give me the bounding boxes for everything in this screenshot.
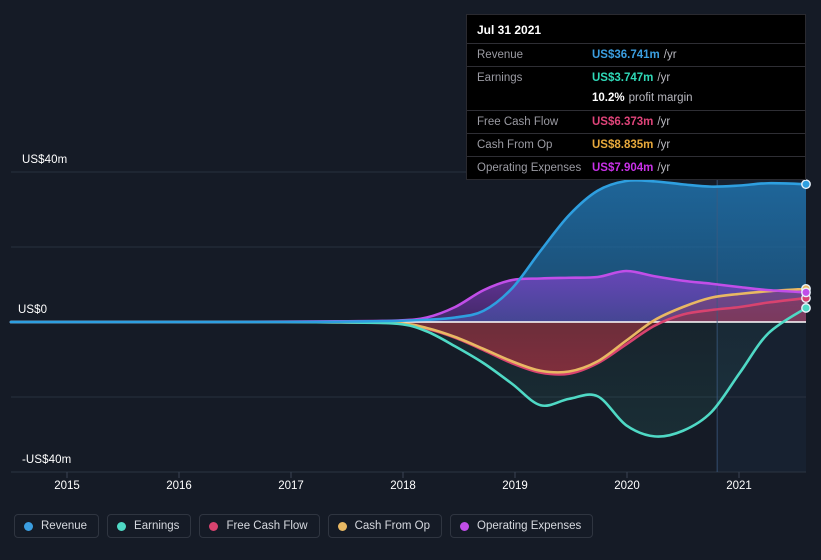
x-axis-tick-2015: 2015	[54, 480, 80, 492]
legend-item-cash-from-op[interactable]: Cash From Op	[328, 514, 442, 538]
tooltip-metric-unit: /yr	[657, 116, 670, 128]
tooltip-metric-name: Revenue	[477, 49, 592, 61]
chart-legend[interactable]: Revenue Earnings Free Cash Flow Cash From O…	[14, 514, 593, 538]
tooltip-date: Jul 31 2021	[467, 15, 805, 43]
y-axis-label-top: US$40m	[22, 154, 67, 166]
legend-item-free-cash-flow[interactable]: Free Cash Flow	[199, 514, 319, 538]
legend-label: Free Cash Flow	[226, 520, 307, 532]
tooltip-row-profit-margin: 10.2% profit margin	[467, 89, 805, 110]
tooltip-metric-unit: /yr	[657, 162, 670, 174]
chart-tooltip: Jul 31 2021 RevenueUS$36.741m/yrEarnings…	[466, 14, 806, 180]
stock-financials-chart: US$40m US$0 -US$40m 2015 2016 2017 2018 2019…	[0, 0, 821, 560]
legend-item-revenue[interactable]: Revenue	[14, 514, 99, 538]
tooltip-row-free-cash-flow: Free Cash FlowUS$6.373m/yr	[467, 110, 805, 133]
tooltip-rows: RevenueUS$36.741m/yrEarningsUS$3.747m/yr…	[467, 43, 805, 179]
legend-color-dot-icon	[24, 522, 33, 531]
profit-margin-label: profit margin	[629, 92, 693, 104]
x-axis-tick-2018: 2018	[390, 480, 416, 492]
tooltip-row-operating-expenses: Operating ExpensesUS$7.904m/yr	[467, 156, 805, 179]
tooltip-metric-unit: /yr	[657, 72, 670, 84]
x-axis-tick-2017: 2017	[278, 480, 304, 492]
legend-label: Revenue	[41, 520, 87, 532]
legend-color-dot-icon	[117, 522, 126, 531]
x-axis-tick-2016: 2016	[166, 480, 192, 492]
tooltip-metric-name: Operating Expenses	[477, 162, 592, 174]
tooltip-metric-value: US$6.373m	[592, 116, 653, 128]
tooltip-metric-value: US$7.904m	[592, 162, 653, 174]
legend-color-dot-icon	[209, 522, 218, 531]
tooltip-row-cash-from-op: Cash From OpUS$8.835m/yr	[467, 133, 805, 156]
x-axis-tick-2021: 2021	[726, 480, 752, 492]
y-axis-label-zero: US$0	[18, 304, 47, 316]
tooltip-row-revenue: RevenueUS$36.741m/yr	[467, 43, 805, 66]
tooltip-metric-value: US$36.741m	[592, 49, 660, 61]
tooltip-metric-unit: /yr	[664, 49, 677, 61]
tooltip-metric-value: US$8.835m	[592, 139, 653, 151]
tooltip-metric-name: Cash From Op	[477, 139, 592, 151]
legend-label: Cash From Op	[355, 520, 430, 532]
legend-label: Operating Expenses	[477, 520, 581, 532]
x-axis-tick-2019: 2019	[502, 480, 528, 492]
y-axis-label-bottom: -US$40m	[22, 454, 71, 466]
tooltip-metric-unit: /yr	[657, 139, 670, 151]
tooltip-metric-name: Earnings	[477, 72, 592, 84]
legend-label: Earnings	[134, 520, 179, 532]
tooltip-row-earnings: EarningsUS$3.747m/yr	[467, 66, 805, 89]
tooltip-metric-value: US$3.747m	[592, 72, 653, 84]
legend-item-operating-expenses[interactable]: Operating Expenses	[450, 514, 593, 538]
legend-item-earnings[interactable]: Earnings	[107, 514, 191, 538]
tooltip-metric-name: Free Cash Flow	[477, 116, 592, 128]
x-axis-tick-2020: 2020	[614, 480, 640, 492]
profit-margin-value: 10.2%	[592, 92, 625, 104]
legend-color-dot-icon	[338, 522, 347, 531]
legend-color-dot-icon	[460, 522, 469, 531]
